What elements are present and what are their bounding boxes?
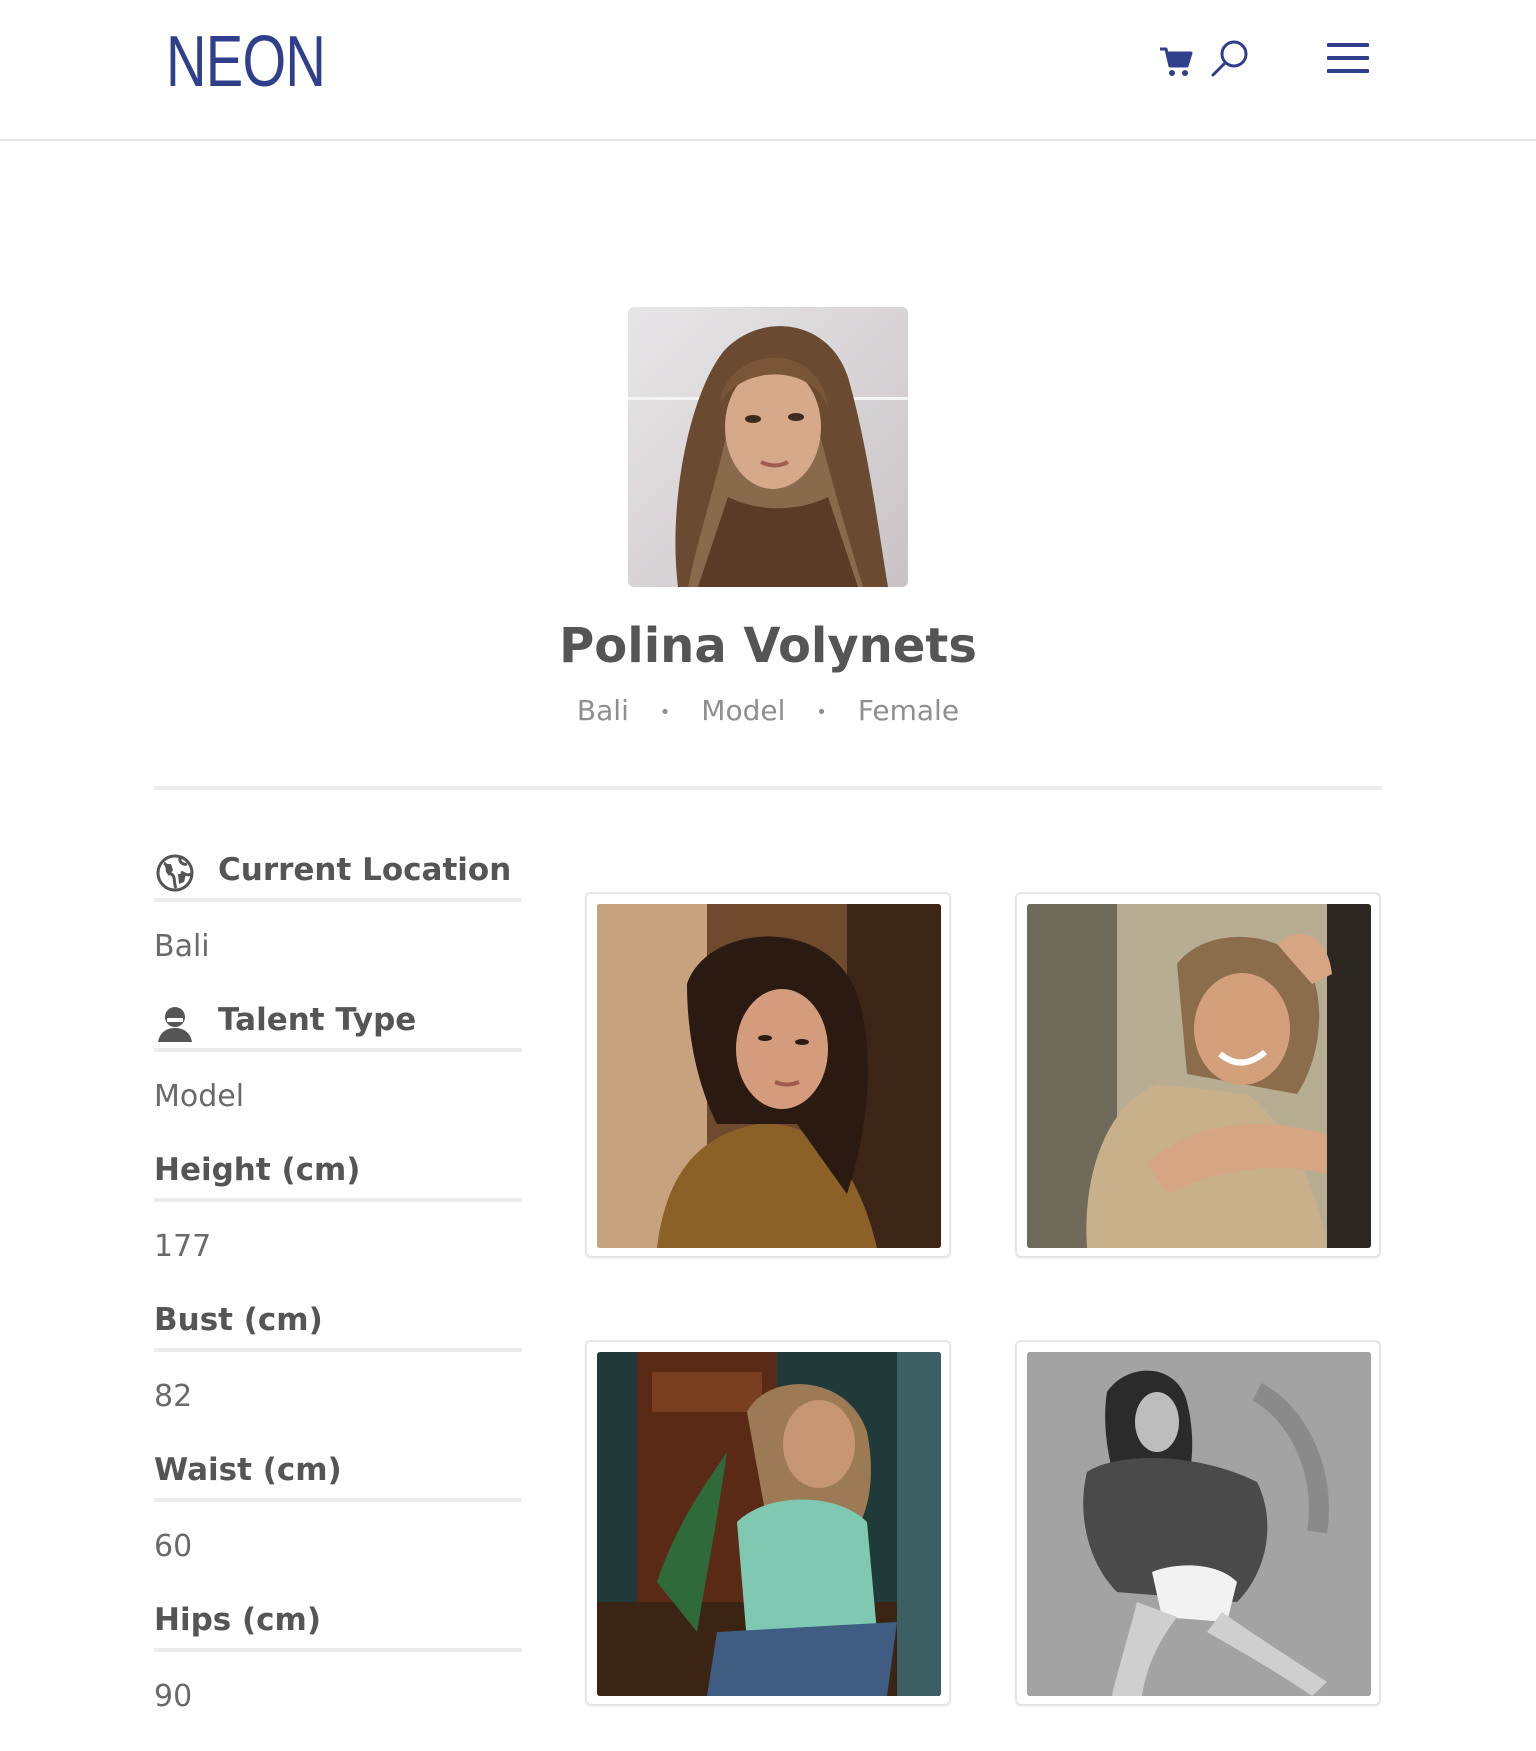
gallery-image <box>1027 1352 1371 1696</box>
attr-bust-value: 82 <box>154 1379 193 1414</box>
gallery-image <box>1027 904 1371 1248</box>
attr-hips-title: Hips (cm) <box>154 1602 522 1652</box>
attr-waist-value: 60 <box>154 1529 193 1564</box>
meta-location[interactable]: Bali <box>577 694 629 727</box>
attr-height-value: 177 <box>154 1229 212 1264</box>
gallery-photo-3[interactable] <box>585 1340 951 1706</box>
attr-talent-title: Talent Type <box>154 1002 522 1052</box>
attr-waist-title: Waist (cm) <box>154 1452 522 1502</box>
gallery-image <box>597 1352 941 1696</box>
attr-height-title: Height (cm) <box>154 1152 522 1202</box>
profile-meta: Bali • Model • Female <box>0 694 1536 727</box>
meta-gender[interactable]: Female <box>858 694 959 727</box>
gallery-photo-2[interactable] <box>1015 892 1381 1258</box>
section-divider <box>154 786 1382 790</box>
person-icon <box>154 1002 196 1044</box>
gallery-photo-1[interactable] <box>585 892 951 1258</box>
site-header: NEON <box>0 0 1536 141</box>
hamburger-menu-icon[interactable] <box>1327 41 1369 75</box>
meta-separator: • <box>659 701 671 723</box>
profile-name: Polina Volynets <box>559 618 977 674</box>
site-logo[interactable]: NEON <box>166 20 326 104</box>
attr-talent-value: Model <box>154 1079 245 1114</box>
profile-photo <box>628 307 908 587</box>
gallery-photo-4[interactable] <box>1015 1340 1381 1706</box>
attr-location-value: Bali <box>154 929 210 964</box>
attr-hips-value: 90 <box>154 1679 193 1714</box>
globe-icon <box>154 852 196 894</box>
gallery-image <box>597 904 941 1248</box>
meta-talent-type[interactable]: Model <box>701 694 785 727</box>
meta-separator: • <box>816 701 827 723</box>
search-icon[interactable] <box>1210 38 1250 78</box>
cart-icon[interactable] <box>1159 44 1193 78</box>
attr-bust-title: Bust (cm) <box>154 1302 522 1352</box>
attr-location-title: Current Location <box>154 852 522 902</box>
